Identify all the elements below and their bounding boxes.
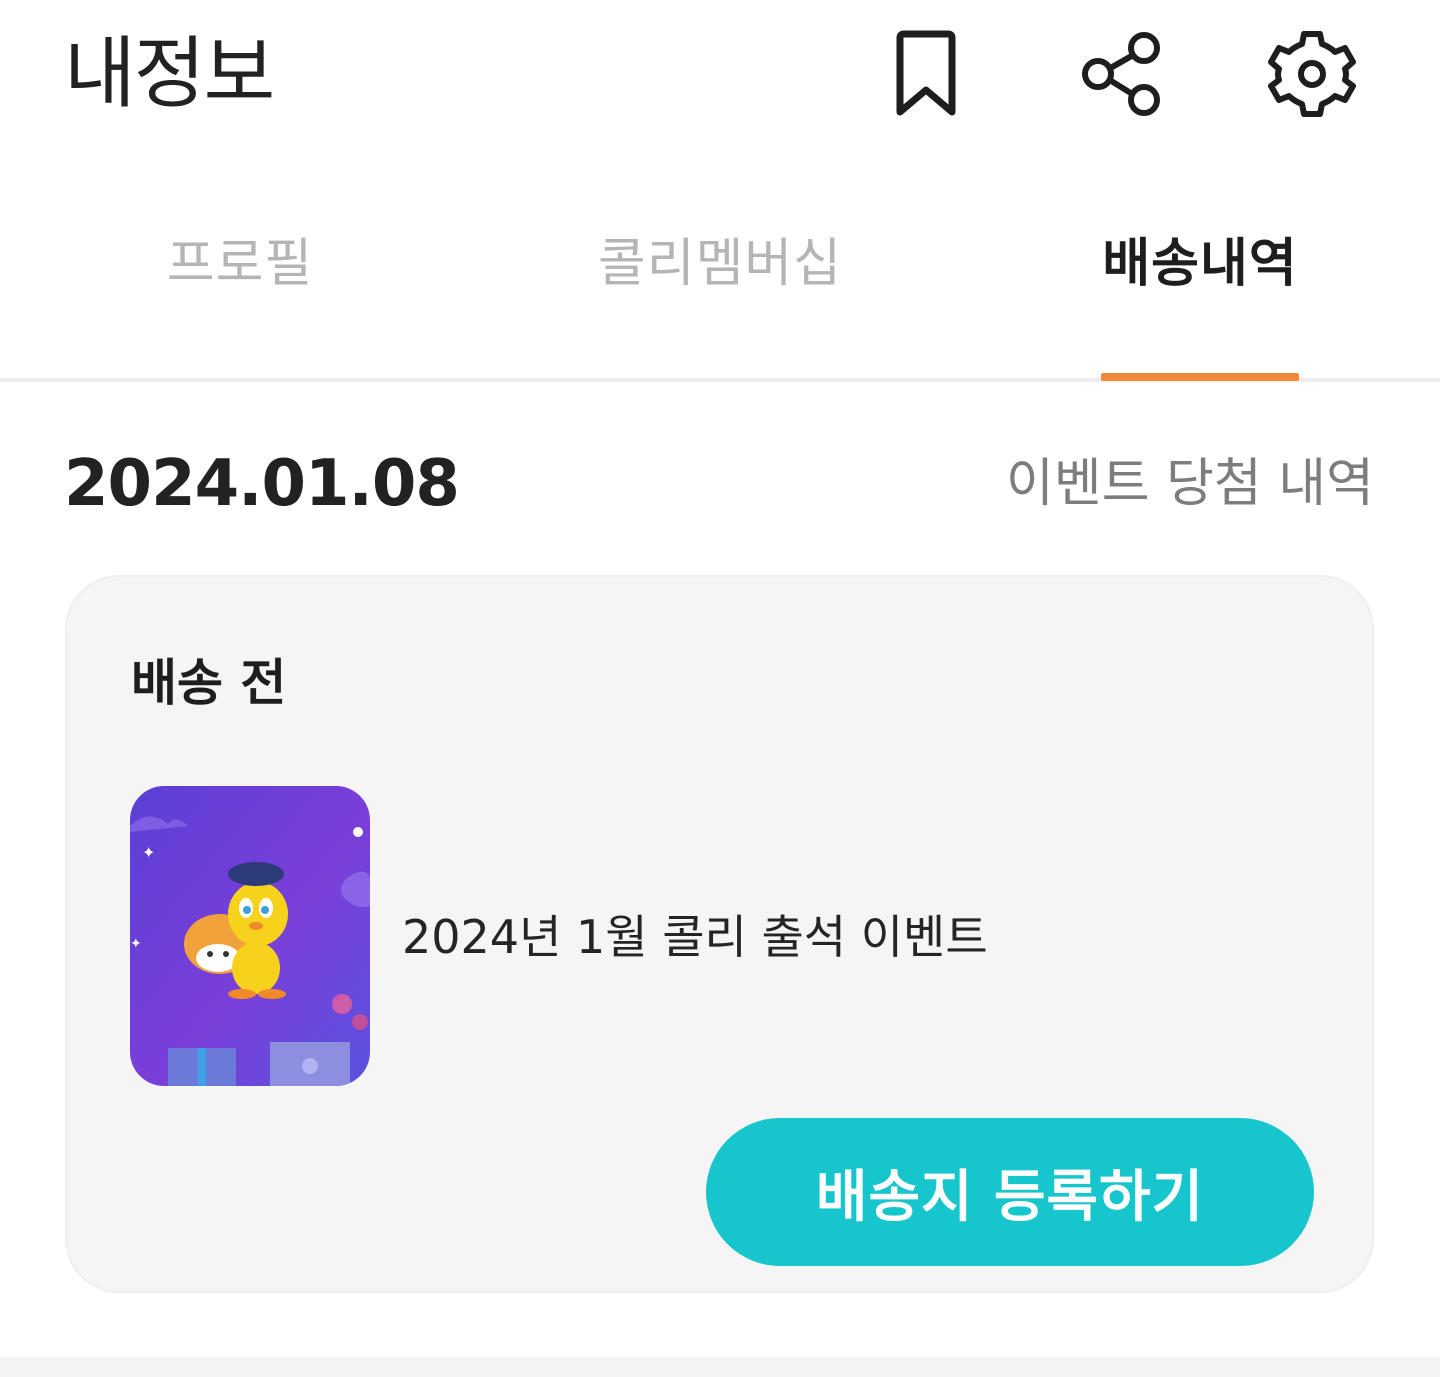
- bookmark-icon: [896, 30, 956, 116]
- top-header: 내정보: [0, 0, 1440, 160]
- active-tab-indicator: [1101, 373, 1299, 381]
- bookmark-button[interactable]: [878, 26, 974, 122]
- event-item-name: 2024년 1월 콜리 출석 이벤트: [402, 910, 988, 964]
- tab-bar: 프로필 콜리멤버십 배송내역: [0, 200, 1440, 382]
- tab-label: 프로필: [166, 234, 314, 294]
- delivery-status: 배송 전: [131, 654, 287, 712]
- settings-gear-icon: [1268, 31, 1356, 117]
- event-prize-image: ✦ ✦: [130, 786, 370, 1086]
- page-title: 내정보: [64, 29, 275, 119]
- settings-button[interactable]: [1264, 26, 1360, 122]
- bottom-divider: [0, 1357, 1440, 1377]
- delivery-date-row: 2024.01.08 이벤트 당첨 내역: [64, 440, 1374, 530]
- delivery-date: 2024.01.08: [64, 447, 460, 521]
- tab-delivery-history[interactable]: 배송내역: [1090, 200, 1310, 378]
- svg-text:✦: ✦: [130, 936, 142, 952]
- tab-label: 콜리멤버십: [597, 234, 843, 294]
- tab-profile[interactable]: 프로필: [140, 200, 340, 378]
- event-winning-history-link[interactable]: 이벤트 당첨 내역: [1006, 446, 1374, 522]
- tab-membership[interactable]: 콜리멤버십: [580, 200, 860, 378]
- share-icon: [1082, 32, 1160, 116]
- tab-label: 배송내역: [1102, 234, 1298, 294]
- share-button[interactable]: [1072, 26, 1168, 122]
- delivery-card: 배송 전 ✦ ✦ 2024년 1월 콜리 출석 이벤트 배송지 등록하기: [65, 575, 1374, 1293]
- svg-text:✦: ✦: [142, 843, 155, 862]
- register-address-button[interactable]: 배송지 등록하기: [706, 1118, 1314, 1266]
